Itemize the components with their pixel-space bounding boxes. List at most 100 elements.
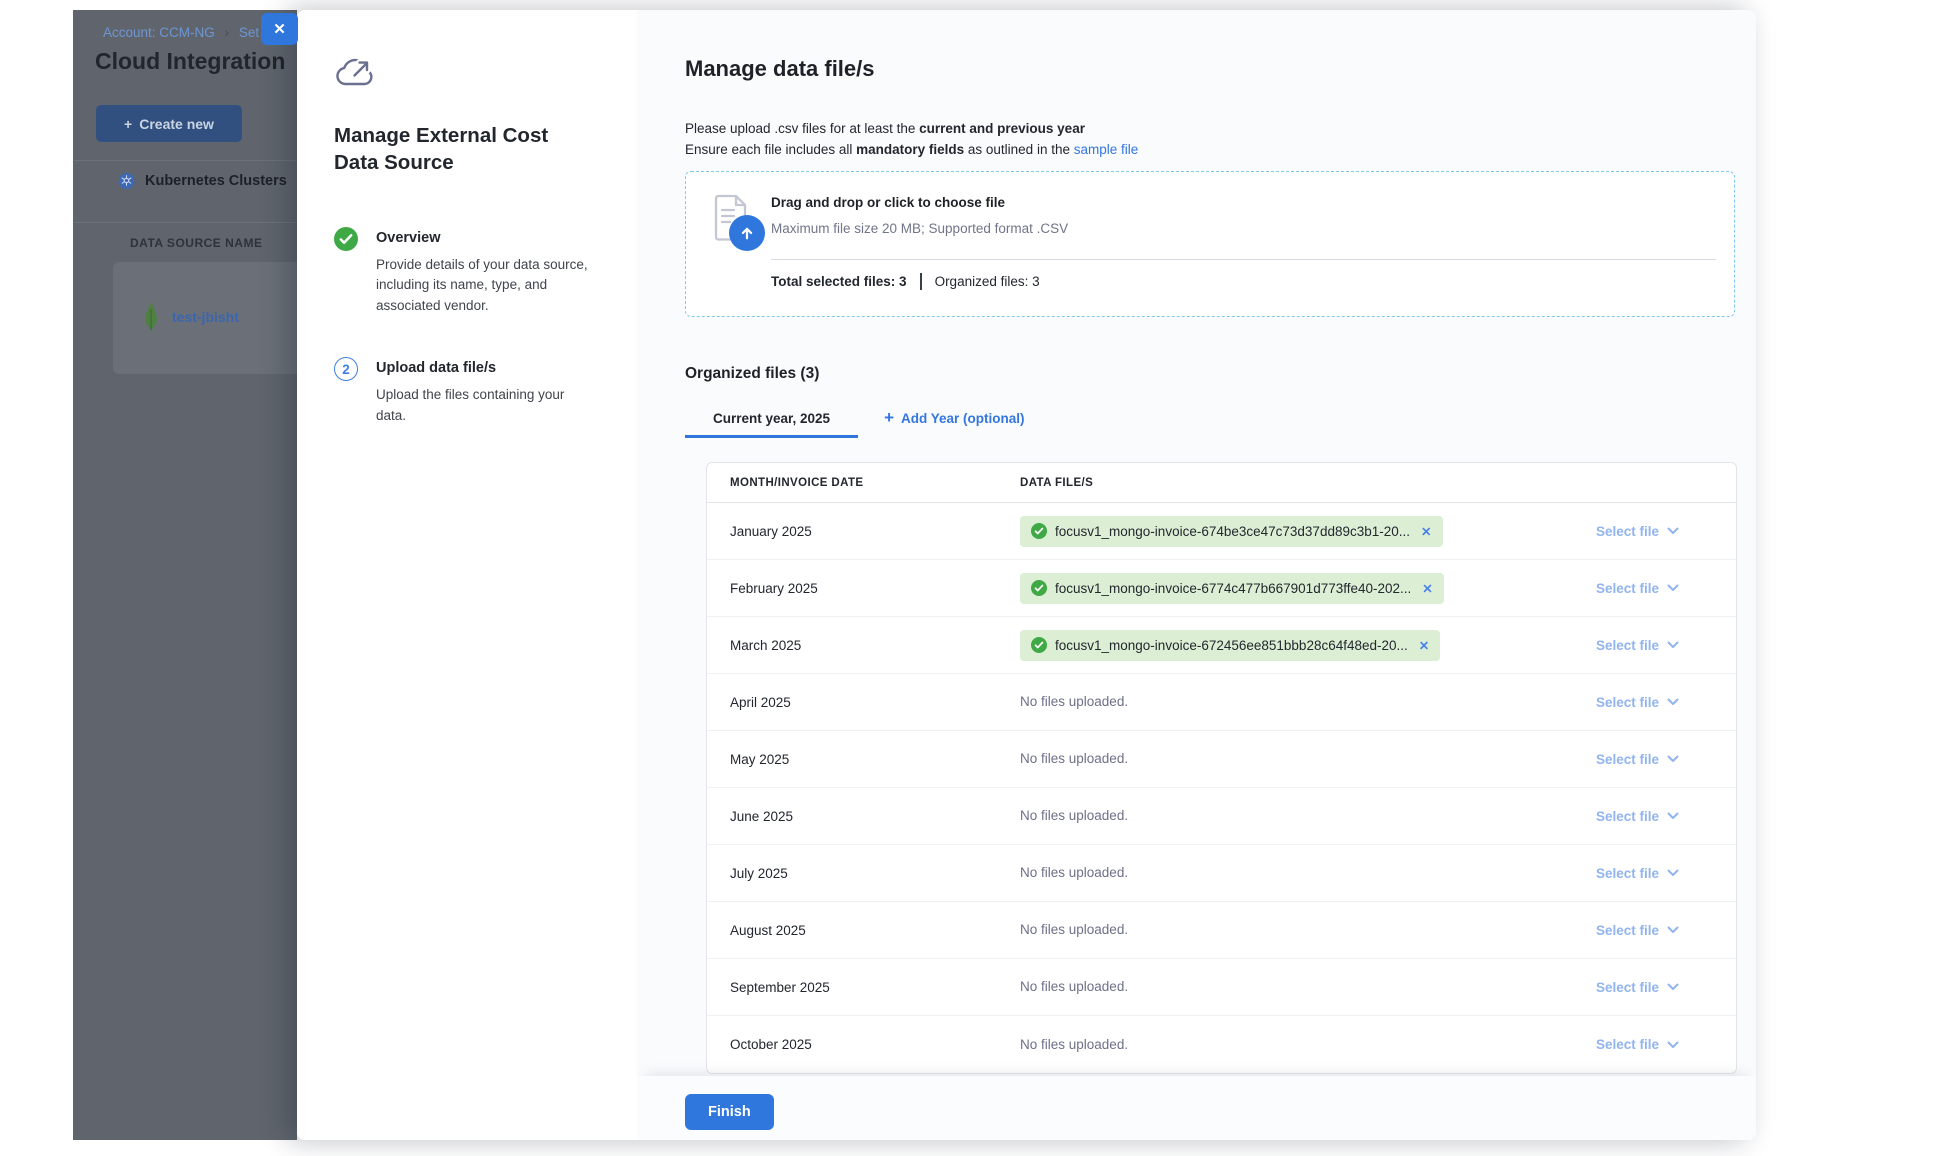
- step-overview[interactable]: Overview Provide details of your data so…: [334, 227, 609, 318]
- table-row: October 2025 No files uploaded. Select f…: [707, 1016, 1736, 1073]
- select-file-label: Select file: [1596, 524, 1659, 539]
- select-file-label: Select file: [1596, 866, 1659, 881]
- plus-icon: +: [884, 408, 894, 428]
- empty-text: No files uploaded.: [1020, 922, 1128, 937]
- select-file-dropdown[interactable]: Select file: [1596, 752, 1679, 767]
- month-cell: March 2025: [730, 638, 1020, 653]
- plus-icon: +: [124, 116, 132, 132]
- empty-text: No files uploaded.: [1020, 979, 1128, 994]
- file-cell: focusv1_mongo-invoice-6774c477b667901d77…: [1020, 573, 1518, 604]
- select-file-label: Select file: [1596, 752, 1659, 767]
- remove-file-icon[interactable]: ✕: [1421, 524, 1431, 539]
- step-label: Upload data file/s: [376, 357, 590, 376]
- select-file-dropdown[interactable]: Select file: [1596, 638, 1679, 653]
- month-cell: October 2025: [730, 1037, 1020, 1052]
- table-row: March 2025 focusv1_mongo-invoice-672456e…: [707, 617, 1736, 674]
- month-cell: June 2025: [730, 809, 1020, 824]
- sample-file-link[interactable]: sample file: [1074, 142, 1139, 157]
- select-file-dropdown[interactable]: Select file: [1596, 923, 1679, 938]
- step-label: Overview: [376, 227, 590, 246]
- page-title: Cloud Integration: [95, 48, 285, 75]
- data-source-row[interactable]: test-jbisht: [143, 302, 239, 332]
- drawer-left-panel: Manage External Cost Data Source Overvie…: [297, 10, 637, 1140]
- file-cell: No files uploaded.: [1020, 693, 1518, 711]
- select-file-label: Select file: [1596, 980, 1659, 995]
- select-file-dropdown[interactable]: Select file: [1596, 524, 1679, 539]
- create-new-button[interactable]: + Create new: [96, 105, 242, 142]
- mongodb-leaf-icon: [143, 302, 159, 332]
- select-file-dropdown[interactable]: Select file: [1596, 809, 1679, 824]
- select-file-dropdown[interactable]: Select file: [1596, 866, 1679, 881]
- breadcrumb-section-link[interactable]: Set: [239, 25, 259, 40]
- chevron-down-icon: [1667, 812, 1679, 820]
- month-cell: August 2025: [730, 923, 1020, 938]
- month-cell: September 2025: [730, 980, 1020, 995]
- chevron-down-icon: [1667, 755, 1679, 763]
- add-year-button[interactable]: + Add Year (optional): [884, 401, 1024, 438]
- file-cell: No files uploaded.: [1020, 978, 1518, 996]
- upload-instructions: Please upload .csv files for at least th…: [685, 118, 1734, 160]
- step-description: Upload the files containing your data.: [376, 385, 590, 427]
- chevron-down-icon: [1667, 1041, 1679, 1049]
- step-number-icon: 2: [334, 357, 358, 381]
- file-chip-name: focusv1_mongo-invoice-672456ee851bbb28c6…: [1055, 638, 1408, 653]
- select-file-dropdown[interactable]: Select file: [1596, 1037, 1679, 1052]
- file-cell: No files uploaded.: [1020, 921, 1518, 939]
- step-upload-data-files[interactable]: 2 Upload data file/s Upload the files co…: [334, 357, 609, 427]
- data-source-card: test-jbisht: [113, 262, 297, 374]
- cloud-external-icon: [334, 54, 374, 90]
- monthly-files-table: MONTH/INVOICE DATE DATA FILE/S January 2…: [706, 462, 1737, 1074]
- month-cell: July 2025: [730, 866, 1020, 881]
- remove-file-icon[interactable]: ✕: [1419, 638, 1429, 653]
- empty-text: No files uploaded.: [1020, 808, 1128, 823]
- finish-button[interactable]: Finish: [685, 1094, 774, 1130]
- table-row: May 2025 No files uploaded. Select file: [707, 731, 1736, 788]
- file-chip-name: focusv1_mongo-invoice-674be3ce47c73d37dd…: [1055, 524, 1410, 539]
- close-icon: ✕: [273, 20, 286, 38]
- file-success-check-icon: [1031, 637, 1047, 653]
- divider: [920, 273, 922, 290]
- file-chip-name: focusv1_mongo-invoice-6774c477b667901d77…: [1055, 581, 1411, 596]
- column-header-data-source-name: DATA SOURCE NAME: [130, 236, 262, 250]
- select-file-label: Select file: [1596, 923, 1659, 938]
- table-row: January 2025 focusv1_mongo-invoice-674be…: [707, 503, 1736, 560]
- remove-file-icon[interactable]: ✕: [1422, 581, 1432, 596]
- step-complete-check-icon: [334, 227, 358, 251]
- file-dropzone[interactable]: Drag and drop or click to choose file Ma…: [685, 171, 1735, 317]
- drawer-title: Manage External Cost Data Source: [334, 122, 566, 177]
- select-file-dropdown[interactable]: Select file: [1596, 695, 1679, 710]
- table-row: June 2025 No files uploaded. Select file: [707, 788, 1736, 845]
- month-cell: May 2025: [730, 752, 1020, 767]
- select-file-label: Select file: [1596, 695, 1659, 710]
- file-counts: Total selected files: 3 Organized files:…: [771, 273, 1040, 290]
- step-description: Provide details of your data source, inc…: [376, 255, 590, 318]
- month-cell: February 2025: [730, 581, 1020, 596]
- chevron-down-icon: [1667, 983, 1679, 991]
- file-chip: focusv1_mongo-invoice-6774c477b667901d77…: [1020, 573, 1444, 604]
- select-file-dropdown[interactable]: Select file: [1596, 980, 1679, 995]
- select-file-label: Select file: [1596, 581, 1659, 596]
- tab-current-year[interactable]: Current year, 2025: [685, 401, 858, 438]
- tab-kubernetes-clusters[interactable]: Kubernetes Clusters: [118, 172, 287, 189]
- drawer-footer: Finish: [637, 1076, 1756, 1140]
- background-page-overlay: Account: CCM-NG › Set Cloud Integration …: [73, 10, 297, 1140]
- close-button[interactable]: ✕: [261, 13, 298, 45]
- screen: Account: CCM-NG › Set Cloud Integration …: [0, 0, 1934, 1156]
- chevron-down-icon: [1667, 698, 1679, 706]
- breadcrumb-separator-icon: ›: [225, 25, 230, 40]
- data-source-link[interactable]: test-jbisht: [172, 309, 239, 325]
- chevron-down-icon: [1667, 584, 1679, 592]
- file-cell: focusv1_mongo-invoice-674be3ce47c73d37dd…: [1020, 516, 1518, 547]
- breadcrumb-account-link[interactable]: Account: CCM-NG: [103, 25, 215, 40]
- table-row: August 2025 No files uploaded. Select fi…: [707, 902, 1736, 959]
- file-cell: No files uploaded.: [1020, 807, 1518, 825]
- select-file-dropdown[interactable]: Select file: [1596, 581, 1679, 596]
- drawer-scroll-area: Manage data file/s Please upload .csv fi…: [637, 10, 1756, 1076]
- file-cell: No files uploaded.: [1020, 750, 1518, 768]
- file-chip: focusv1_mongo-invoice-672456ee851bbb28c6…: [1020, 630, 1440, 661]
- breadcrumb: Account: CCM-NG › Set: [103, 25, 259, 40]
- file-cell: No files uploaded.: [1020, 1036, 1518, 1054]
- dropzone-subtitle: Maximum file size 20 MB; Supported forma…: [771, 221, 1068, 236]
- table-row: September 2025 No files uploaded. Select…: [707, 959, 1736, 1016]
- empty-text: No files uploaded.: [1020, 1037, 1128, 1052]
